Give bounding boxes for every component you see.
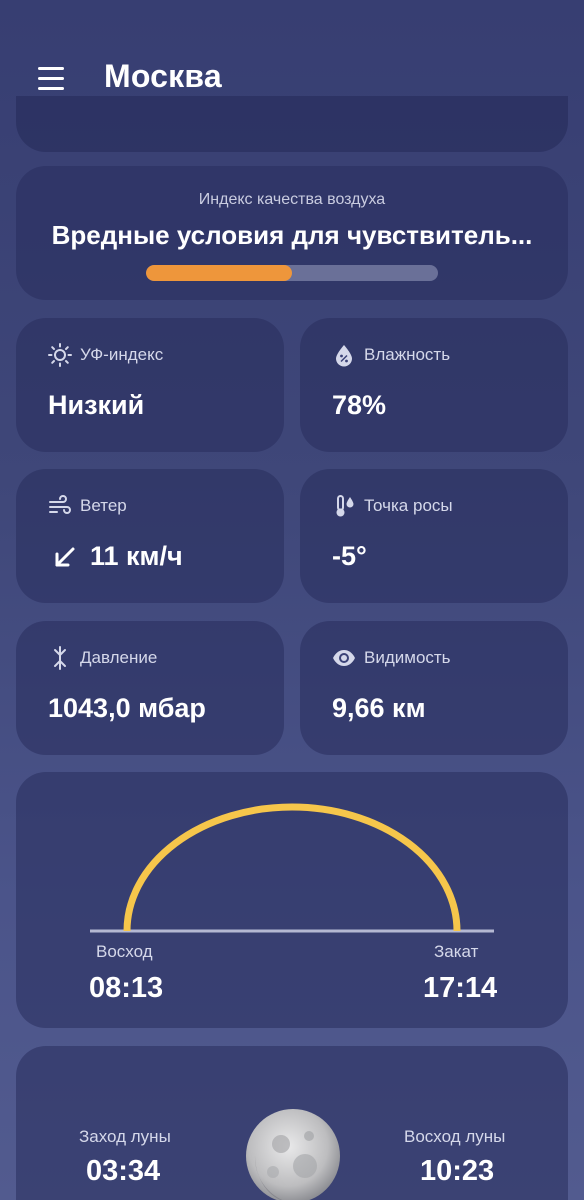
air-quality-label: Индекс качества воздуха <box>198 191 386 208</box>
dew-point-label: Точка росы <box>364 496 453 515</box>
dew-point-value: -5° <box>332 541 367 571</box>
moonrise-time: 10:23 <box>420 1155 495 1187</box>
air-quality-bar <box>146 265 438 281</box>
moon-card[interactable]: Заход луны 03:34 Восход луны 10:23 <box>16 1046 568 1200</box>
moonset-time: 03:34 <box>86 1155 161 1187</box>
humidity-tile[interactable]: Влажность 78% <box>300 318 568 452</box>
uv-index-tile[interactable]: УФ-индекс Низкий <box>16 318 284 452</box>
wind-value: 11 км/ч <box>90 541 183 571</box>
humidity-value: 78% <box>332 390 387 420</box>
wind-icon <box>49 495 71 514</box>
sunrise-label: Восход <box>96 942 153 961</box>
arrow-down-left-icon <box>55 547 75 566</box>
humidity-label: Влажность <box>364 345 451 364</box>
moon-icon <box>246 1109 340 1200</box>
thermometer-drop-icon <box>336 495 354 517</box>
visibility-label: Видимость <box>364 648 451 667</box>
air-quality-bar-fill <box>146 265 292 281</box>
pressure-icon <box>54 646 66 670</box>
sun-icon <box>48 343 72 367</box>
moonset-label: Заход луны <box>79 1127 171 1146</box>
eye-icon <box>333 650 355 666</box>
pressure-value: 1043,0 мбар <box>48 693 206 723</box>
wind-tile[interactable]: Ветер 11 км/ч <box>16 469 284 603</box>
humidity-drop-icon <box>336 345 352 367</box>
uv-index-label: УФ-индекс <box>80 345 164 364</box>
visibility-value: 9,66 км <box>332 693 426 723</box>
sunset-label: Закат <box>434 942 479 961</box>
moonrise-label: Восход луны <box>404 1127 506 1146</box>
sunrise-time: 08:13 <box>89 972 164 1004</box>
air-quality-value: Вредные условия для чувствитель... <box>51 220 533 250</box>
city-title: Москва <box>104 58 222 94</box>
uv-index-value: Низкий <box>48 390 145 420</box>
pressure-tile[interactable]: Давление 1043,0 мбар <box>16 621 284 755</box>
hamburger-menu-icon[interactable] <box>38 66 66 90</box>
wind-label: Ветер <box>80 496 127 515</box>
sun-arc <box>123 803 461 932</box>
sun-card[interactable]: Восход 08:13 Закат 17:14 <box>16 772 568 1028</box>
previous-card-stub <box>16 96 568 152</box>
pressure-label: Давление <box>80 648 158 667</box>
visibility-tile[interactable]: Видимость 9,66 км <box>300 621 568 755</box>
dew-point-tile[interactable]: Точка росы -5° <box>300 469 568 603</box>
sunset-time: 17:14 <box>423 972 498 1004</box>
air-quality-card[interactable]: Индекс качества воздуха Вредные условия … <box>16 166 568 300</box>
